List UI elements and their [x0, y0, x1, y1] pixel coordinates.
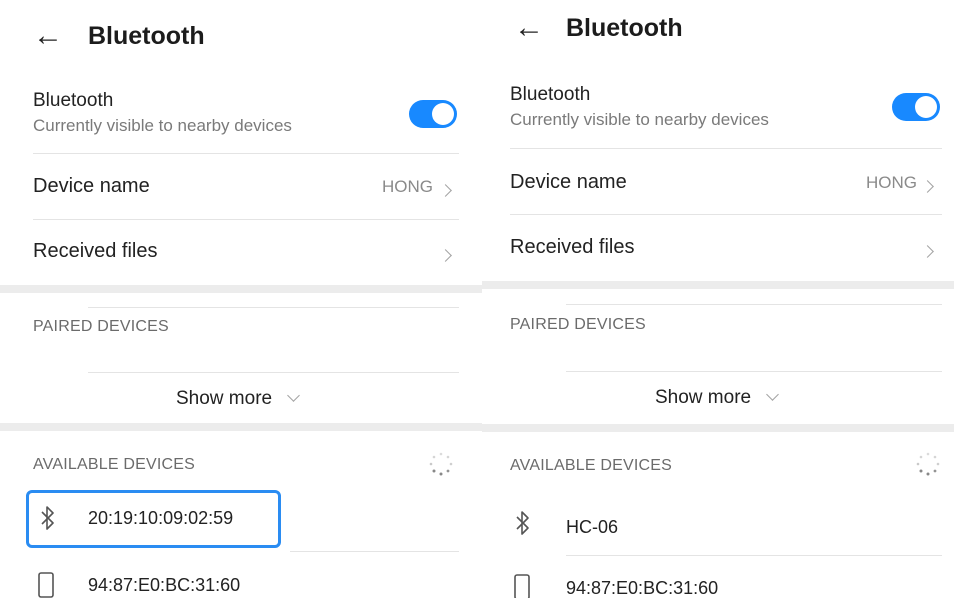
paired-devices-header: PAIRED DEVICES — [510, 316, 646, 333]
device-name-value[interactable]: HONG — [382, 177, 433, 197]
paired-devices-header: PAIRED DEVICES — [33, 318, 169, 335]
device-item-name[interactable]: 94:87:E0:BC:31:60 — [566, 578, 718, 598]
show-more-label: Show more — [176, 388, 273, 409]
show-more-button[interactable]: Show more — [655, 386, 779, 409]
section-separator — [482, 424, 954, 432]
section-separator — [0, 285, 482, 293]
chevron-right-icon — [921, 243, 934, 261]
device-item-name[interactable]: HC-06 — [566, 517, 618, 538]
bluetooth-row-label: Bluetooth — [510, 84, 591, 105]
bluetooth-setting-row[interactable]: Bluetooth Currently visible to nearby de… — [510, 84, 769, 130]
device-item-name[interactable]: 20:19:10:09:02:59 — [88, 508, 233, 529]
section-separator — [0, 423, 482, 431]
page-title: Bluetooth — [88, 22, 205, 50]
bluetooth-row-subtitle: Currently visible to nearby devices — [510, 110, 769, 129]
divider — [566, 555, 942, 556]
device-name-label[interactable]: Device name — [33, 175, 150, 198]
bluetooth-row-label: Bluetooth — [33, 90, 114, 111]
device-name-label[interactable]: Device name — [510, 171, 627, 194]
bluetooth-setting-row[interactable]: Bluetooth Currently visible to nearby de… — [33, 90, 292, 136]
device-name-value[interactable]: HONG — [866, 173, 917, 193]
divider — [88, 372, 459, 373]
chevron-right-icon — [439, 247, 452, 265]
divider — [510, 214, 942, 215]
toggle-knob — [432, 103, 454, 125]
left-bluetooth-screen: ← Bluetooth Bluetooth Currently visible … — [0, 0, 482, 598]
loading-spinner-icon — [428, 451, 454, 477]
divider — [33, 153, 459, 154]
divider — [33, 219, 459, 220]
received-files-label[interactable]: Received files — [510, 236, 635, 259]
phone-icon — [513, 574, 531, 598]
loading-spinner-icon — [915, 451, 941, 477]
divider — [566, 304, 942, 305]
divider — [566, 371, 942, 372]
available-devices-header: AVAILABLE DEVICES — [510, 457, 672, 474]
chevron-right-icon — [921, 178, 934, 196]
right-bluetooth-screen: ← Bluetooth Bluetooth Currently visible … — [482, 0, 954, 598]
bluetooth-icon — [40, 505, 56, 531]
show-more-button[interactable]: Show more — [176, 387, 300, 410]
show-more-label: Show more — [655, 387, 752, 408]
back-arrow-icon[interactable]: ← — [33, 21, 63, 51]
device-item-name[interactable]: 94:87:E0:BC:31:60 — [88, 575, 240, 596]
section-separator — [482, 281, 954, 289]
toggle-knob — [915, 96, 937, 118]
received-files-label[interactable]: Received files — [33, 240, 158, 263]
available-devices-header: AVAILABLE DEVICES — [33, 456, 195, 473]
chevron-right-icon — [439, 182, 452, 200]
divider — [510, 148, 942, 149]
divider — [88, 307, 459, 308]
page-title: Bluetooth — [566, 14, 683, 42]
bluetooth-toggle[interactable] — [892, 93, 940, 121]
divider — [290, 551, 459, 552]
back-arrow-icon[interactable]: ← — [514, 13, 544, 43]
bluetooth-row-subtitle: Currently visible to nearby devices — [33, 116, 292, 135]
bluetooth-icon — [515, 510, 531, 536]
chevron-down-icon — [286, 387, 300, 405]
chevron-down-icon — [765, 386, 779, 404]
phone-icon — [37, 572, 55, 598]
bluetooth-toggle[interactable] — [409, 100, 457, 128]
